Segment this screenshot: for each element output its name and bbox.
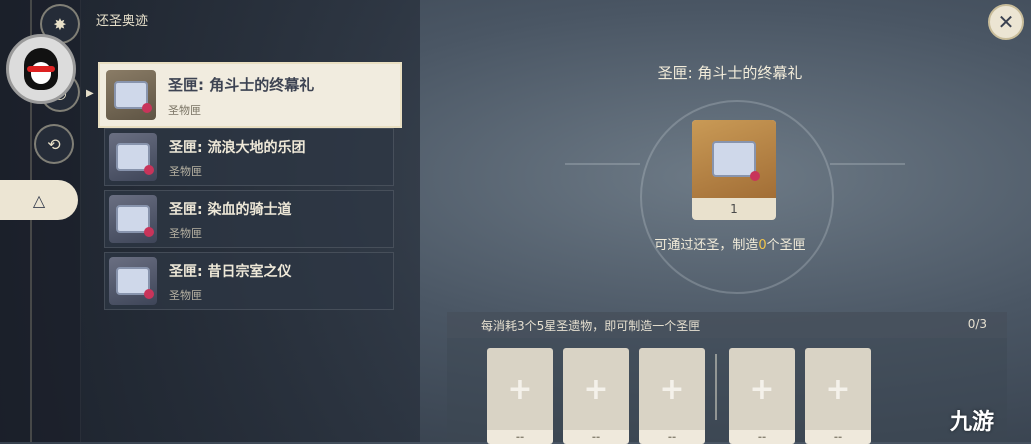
add-slot-button[interactable]: + --	[563, 348, 629, 444]
chest-icon	[106, 70, 156, 120]
watermark-logo: 九游	[950, 410, 995, 435]
list-item[interactable]: 圣匣: 流浪大地的乐团 圣物匣	[104, 128, 394, 186]
requirement-progress: 0/3	[967, 317, 987, 331]
decorative-line	[830, 163, 905, 165]
craft-count: 0	[758, 238, 767, 253]
plus-icon: +	[749, 371, 775, 407]
item-type: 圣物匣	[168, 104, 201, 117]
slot-label: --	[833, 432, 843, 443]
plus-icon: +	[507, 371, 533, 407]
chest-icon	[109, 133, 157, 181]
item-name: 圣匣: 染血的骑士道	[169, 202, 292, 218]
plus-icon: +	[825, 371, 851, 407]
slot-label: --	[667, 432, 677, 443]
requirement-text: 每消耗3个5星圣遗物，即可制造一个圣匣	[481, 319, 701, 333]
slot-label: --	[591, 432, 601, 443]
page-title: 还圣奥迹	[96, 14, 149, 29]
list-item[interactable]: 圣匣: 染血的骑士道 圣物匣	[104, 190, 394, 248]
item-type: 圣物匣	[169, 165, 202, 178]
penguin-avatar-icon	[6, 34, 76, 104]
item-name: 圣匣: 流浪大地的乐团	[169, 140, 306, 156]
triangle-tab-icon[interactable]: △	[0, 180, 78, 220]
item-name: 圣匣: 角斗士的终幕礼	[168, 76, 315, 94]
craft-suffix: 个圣匣	[766, 238, 806, 253]
detail-title: 圣匣: 角斗士的终幕礼	[657, 64, 803, 82]
item-name: 圣匣: 昔日宗室之仪	[169, 264, 292, 280]
add-slot-button[interactable]: + --	[729, 348, 795, 444]
product-count: 1	[730, 202, 738, 216]
slot-divider	[715, 354, 717, 420]
product-card[interactable]: 1	[692, 120, 776, 220]
slot-label: --	[515, 432, 525, 443]
recycle-tab-icon[interactable]: ⟲	[34, 124, 74, 164]
requirement-bar: 每消耗3个5星圣遗物，即可制造一个圣匣 0/3	[447, 312, 1007, 338]
plus-icon: +	[583, 371, 609, 407]
plus-icon: +	[659, 371, 685, 407]
slot-area: + -- + -- + -- + -- + --	[447, 338, 1007, 444]
craft-info: 可通过还圣，制造0个圣匣	[560, 234, 900, 253]
add-slot-button[interactable]: + --	[805, 348, 871, 444]
add-slot-button[interactable]: + --	[639, 348, 705, 444]
item-type: 圣物匣	[169, 227, 202, 240]
chest-icon	[109, 195, 157, 243]
list-item[interactable]: 圣匣: 昔日宗室之仪 圣物匣	[104, 252, 394, 310]
chest-icon	[109, 257, 157, 305]
add-slot-button[interactable]: + --	[487, 348, 553, 444]
slot-label: --	[757, 432, 767, 443]
list-item[interactable]: 圣匣: 角斗士的终幕礼 圣物匣	[98, 62, 402, 128]
item-type: 圣物匣	[169, 289, 202, 302]
close-button[interactable]: ✕	[988, 4, 1024, 40]
craft-prefix: 可通过还圣，制造	[654, 238, 759, 253]
chest-icon	[692, 120, 776, 198]
selection-arrow-icon: ▶	[86, 88, 94, 99]
decorative-line	[565, 163, 640, 165]
